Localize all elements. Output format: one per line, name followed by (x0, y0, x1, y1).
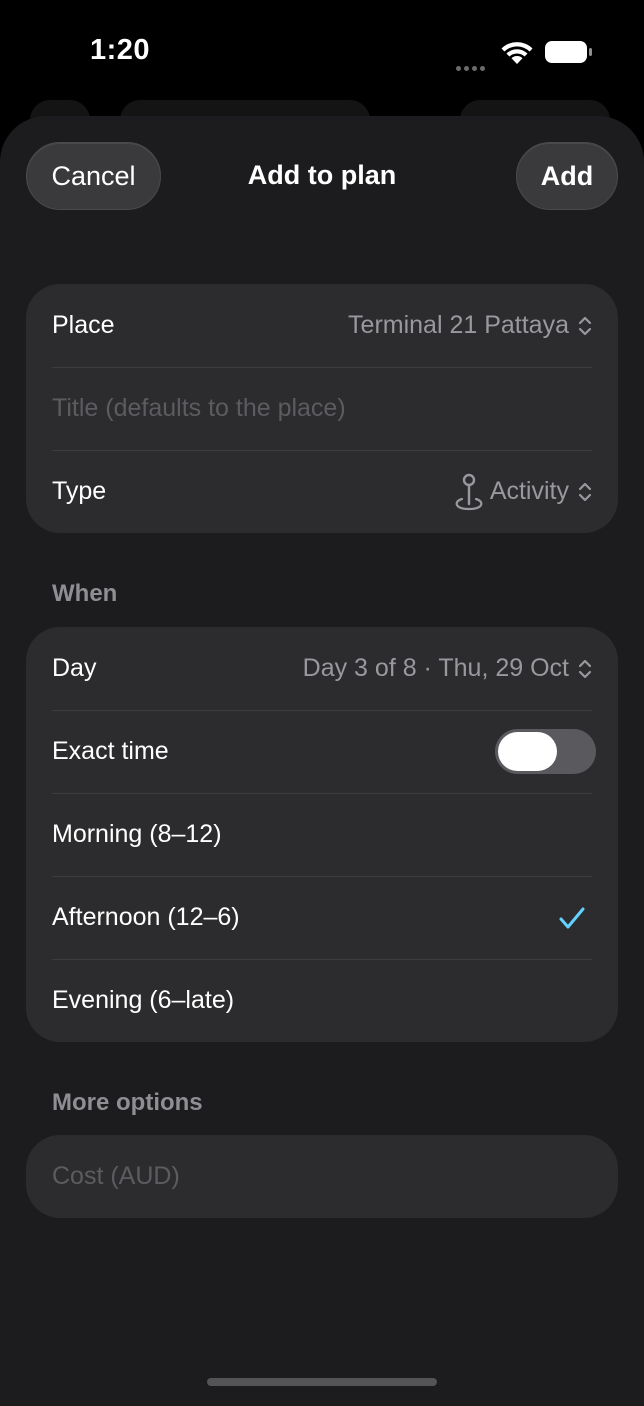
cost-card: Cost (AUD) (26, 1135, 618, 1218)
chevron-up-down-icon (578, 316, 592, 335)
place-picker[interactable]: Terminal 21 Pattaya (348, 311, 592, 340)
map-pin-icon (455, 473, 483, 510)
time-slot-label: Evening (6–late) (52, 986, 235, 1014)
time-slot-afternoon[interactable]: Afternoon (12–6) (26, 876, 618, 959)
exact-time-label: Exact time (52, 737, 169, 765)
checkmark-icon (559, 907, 585, 928)
chevron-up-down-icon (578, 659, 592, 678)
time-slot-evening[interactable]: Evening (6–late) (26, 959, 618, 1042)
time-slot-label: Afternoon (12–6) (52, 903, 240, 931)
day-picker[interactable]: Day 3 of 8 · Thu, 29 Oct (303, 654, 592, 683)
when-section-header: When (52, 580, 118, 607)
battery-icon (545, 41, 592, 63)
time-slot-morning[interactable]: Morning (8–12) (26, 793, 618, 876)
home-indicator (207, 1378, 437, 1386)
cost-row[interactable]: Cost (AUD) (26, 1135, 618, 1218)
add-to-plan-sheet: Cancel Add to plan Add Place Terminal 21… (0, 116, 644, 1406)
exact-time-toggle[interactable] (495, 729, 596, 774)
type-label: Type (52, 477, 107, 505)
time-slot-label: Morning (8–12) (52, 820, 222, 848)
add-button[interactable]: Add (516, 142, 618, 210)
status-time: 1:20 (90, 34, 151, 66)
day-value: Day 3 of 8 · Thu, 29 Oct (302, 654, 569, 682)
more-options-header: More options (52, 1089, 203, 1116)
exact-time-row: Exact time (26, 710, 618, 793)
day-label: Day (52, 654, 97, 682)
day-row[interactable]: Day Day 3 of 8 · Thu, 29 Oct (26, 627, 618, 710)
status-bar: 1:20 (0, 0, 644, 100)
type-row[interactable]: Type Activity (26, 450, 618, 533)
place-row[interactable]: Place Terminal 21 Pattaya (26, 284, 618, 367)
cost-input[interactable]: Cost (AUD) (52, 1162, 180, 1191)
when-card: Day Day 3 of 8 · Thu, 29 Oct Exact time … (26, 627, 618, 1042)
type-picker[interactable]: Activity (452, 472, 592, 512)
toggle-knob (498, 732, 557, 771)
place-card: Place Terminal 21 Pattaya Title (default… (26, 284, 618, 533)
wifi-icon (501, 42, 533, 64)
place-value: Terminal 21 Pattaya (348, 311, 569, 339)
chevron-up-down-icon (578, 482, 592, 501)
signal-dots-icon (456, 58, 488, 76)
place-label: Place (52, 311, 115, 339)
title-row[interactable]: Title (defaults to the place) (26, 367, 618, 450)
title-input[interactable]: Title (defaults to the place) (52, 394, 346, 423)
type-value: Activity (489, 477, 569, 505)
